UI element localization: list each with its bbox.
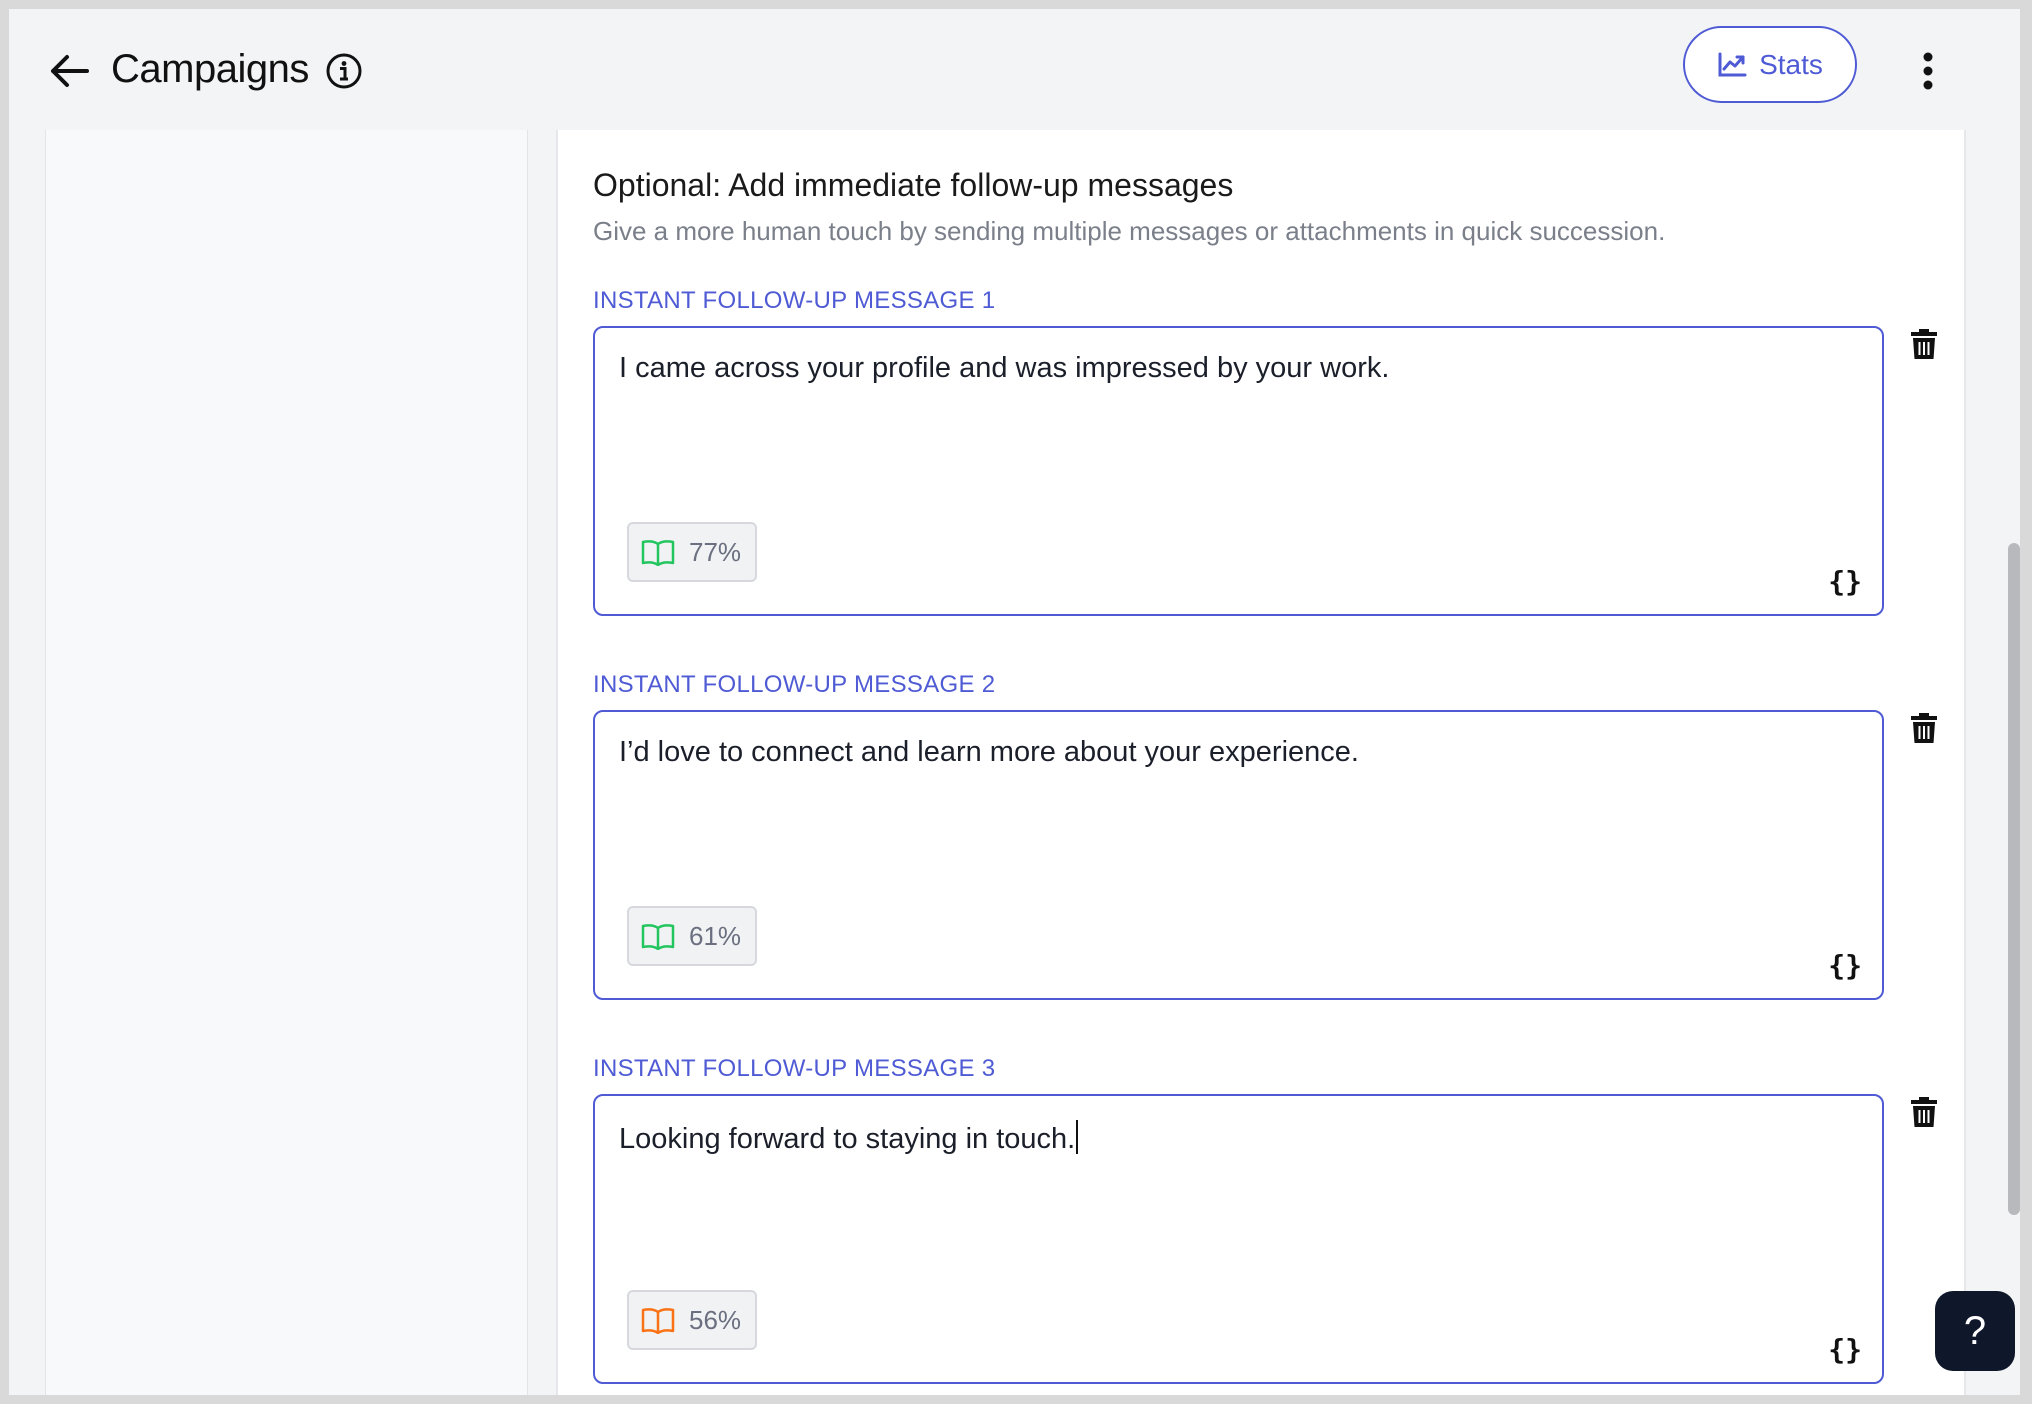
question-icon: ? — [1963, 1308, 1987, 1353]
help-button[interactable]: ? — [1935, 1291, 2015, 1371]
stats-button[interactable]: Stats — [1683, 26, 1857, 103]
message-textarea[interactable]: I’d love to connect and learn more about… — [593, 710, 1884, 1000]
insert-variable-button[interactable]: {} — [1828, 565, 1862, 598]
delete-message-button[interactable] — [1909, 327, 1939, 361]
message-label: INSTANT FOLLOW-UP MESSAGE 2 — [593, 671, 996, 698]
trash-icon — [1911, 713, 1937, 743]
readability-score: 61% — [627, 906, 758, 966]
book-icon — [641, 924, 675, 950]
insert-variable-button[interactable]: {} — [1828, 949, 1862, 982]
message-text: I came across your profile and was impre… — [619, 352, 1390, 384]
readability-score: 77% — [627, 522, 758, 582]
message-textarea[interactable]: Looking forward to staying in touch. 56%… — [593, 1094, 1884, 1384]
kebab-icon — [1923, 52, 1933, 90]
chart-line-icon — [1718, 52, 1747, 76]
message-label: INSTANT FOLLOW-UP MESSAGE 3 — [593, 1055, 996, 1082]
text-caret — [1076, 1120, 1079, 1154]
insert-variable-button[interactable]: {} — [1828, 1333, 1862, 1366]
arrow-left-icon — [51, 55, 89, 87]
trash-icon — [1911, 329, 1937, 359]
message-textarea[interactable]: I came across your profile and was impre… — [593, 326, 1884, 616]
header: Campaigns Stats — [9, 9, 2020, 130]
message-text-value: Looking forward to staying in touch. — [619, 1123, 1076, 1155]
left-panel — [45, 130, 528, 1395]
follow-up-editor: Optional: Add immediate follow-up messag… — [556, 130, 1966, 1395]
book-icon — [641, 540, 675, 566]
readability-score-value: 77% — [689, 536, 742, 567]
stats-label: Stats — [1759, 48, 1823, 80]
page-title: Campaigns — [111, 47, 309, 91]
section-title: Optional: Add immediate follow-up messag… — [593, 167, 1234, 203]
message-label: INSTANT FOLLOW-UP MESSAGE 1 — [593, 287, 996, 314]
info-icon[interactable] — [325, 52, 363, 90]
delete-message-button[interactable] — [1909, 1095, 1939, 1129]
more-options-button[interactable] — [1915, 49, 1941, 93]
message-text: I’d love to connect and learn more about… — [619, 736, 1359, 768]
app-frame: Campaigns Stats Optional: Add immediate … — [9, 9, 2020, 1395]
readability-score-value: 61% — [689, 920, 742, 951]
delete-message-button[interactable] — [1909, 711, 1939, 745]
section-subtitle: Give a more human touch by sending multi… — [593, 216, 1666, 246]
message-text: Looking forward to staying in touch. — [619, 1120, 1079, 1156]
trash-icon — [1911, 1097, 1937, 1127]
back-button[interactable] — [47, 51, 91, 91]
book-icon — [641, 1308, 675, 1334]
readability-score: 56% — [627, 1290, 758, 1350]
scrollbar-thumb[interactable] — [2008, 543, 2020, 1215]
readability-score-value: 56% — [689, 1304, 742, 1335]
